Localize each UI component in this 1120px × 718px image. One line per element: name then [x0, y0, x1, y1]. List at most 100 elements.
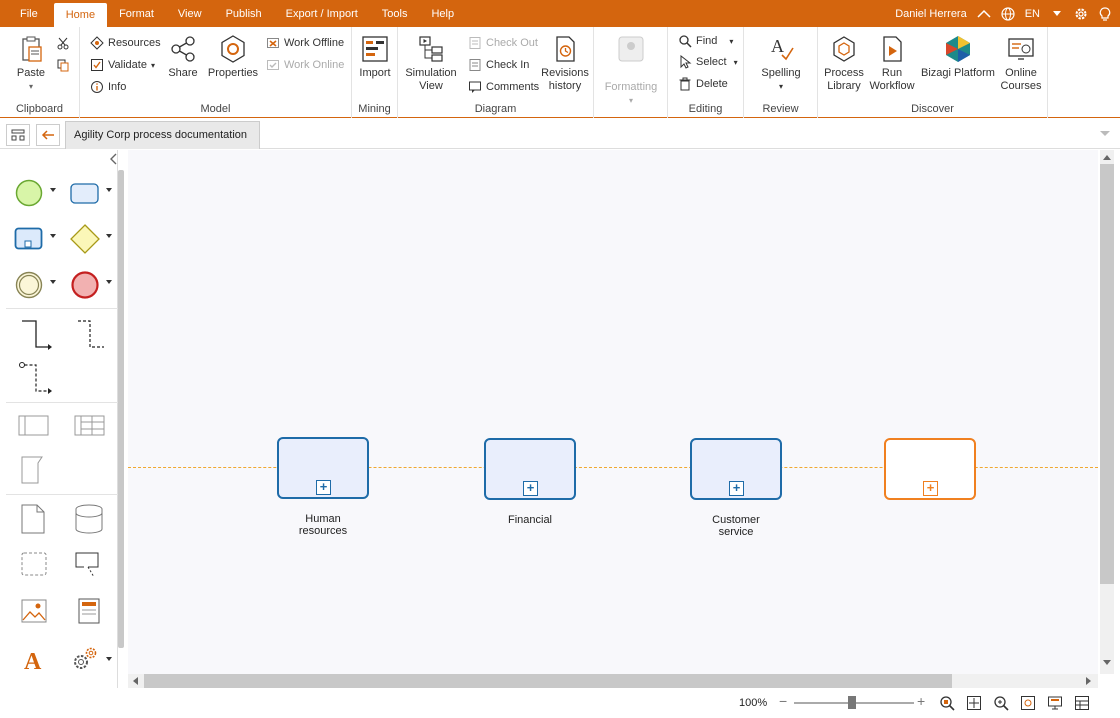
check-out-button[interactable]: Check Out: [468, 34, 538, 52]
cut-button[interactable]: [56, 34, 70, 52]
data-object-tool[interactable]: [20, 503, 46, 535]
annotation-tool[interactable]: [74, 551, 104, 579]
work-offline-button[interactable]: Work Offline: [266, 34, 344, 52]
resources-button[interactable]: Resources: [90, 34, 161, 52]
zoom-slider-thumb[interactable]: [848, 696, 856, 709]
subprocess-selected[interactable]: +: [884, 438, 976, 500]
run-workflow-button[interactable]: Run Workflow: [868, 34, 916, 93]
subprocess-financial[interactable]: +: [484, 438, 576, 500]
paste-button[interactable]: Paste ▾: [10, 34, 52, 93]
bizagi-platform-button[interactable]: Bizagi Platform: [920, 34, 996, 80]
header-tool[interactable]: [76, 597, 102, 625]
share-button[interactable]: Share: [166, 34, 200, 80]
menu-help[interactable]: Help: [419, 0, 466, 27]
start-event-dropdown[interactable]: [50, 188, 56, 192]
association-tool[interactable]: [74, 319, 106, 351]
palette-scrollbar[interactable]: [118, 170, 124, 648]
expand-subprocess-icon[interactable]: +: [316, 480, 331, 495]
image-tool[interactable]: [20, 597, 48, 625]
intermediate-event-dropdown[interactable]: [50, 280, 56, 284]
start-event-tool[interactable]: [14, 178, 44, 208]
vertical-scrollbar[interactable]: [1100, 150, 1114, 674]
end-event-tool[interactable]: [70, 270, 100, 300]
collapse-palette-button[interactable]: [109, 153, 119, 168]
globe-icon[interactable]: [1001, 6, 1015, 21]
tab-list-dropdown-icon[interactable]: [1100, 128, 1110, 140]
lightbulb-icon[interactable]: [1098, 6, 1112, 21]
lane-tool[interactable]: [74, 415, 106, 437]
fit-width-icon[interactable]: [1020, 695, 1036, 711]
zoom-fit-icon[interactable]: [939, 695, 955, 711]
menu-publish[interactable]: Publish: [214, 0, 274, 27]
sequence-flow-tool[interactable]: [18, 319, 52, 351]
gateway-tool[interactable]: [69, 223, 101, 255]
expand-subprocess-icon[interactable]: +: [729, 481, 744, 496]
expand-subprocess-icon[interactable]: +: [523, 481, 538, 496]
subprocess-dropdown[interactable]: [50, 234, 56, 238]
fit-page-icon[interactable]: [966, 695, 982, 711]
diagram-explorer-button[interactable]: [6, 124, 30, 146]
zoom-area-icon[interactable]: [993, 695, 1009, 711]
horizontal-scroll-thumb[interactable]: [144, 674, 952, 688]
data-store-tool[interactable]: [74, 503, 104, 535]
find-button[interactable]: Find ▾: [678, 32, 733, 50]
expand-subprocess-icon[interactable]: +: [923, 481, 938, 496]
chevron-down-icon[interactable]: [1050, 7, 1064, 21]
milestone-tool[interactable]: [20, 455, 46, 485]
overview-icon[interactable]: [1074, 695, 1090, 711]
vertical-scroll-thumb[interactable]: [1100, 164, 1114, 584]
simulation-view-button[interactable]: Simulation View: [402, 34, 460, 93]
menu-view[interactable]: View: [166, 0, 214, 27]
properties-button[interactable]: Properties: [206, 34, 260, 80]
select-button[interactable]: Select ▾: [678, 53, 738, 71]
diagram-canvas[interactable]: + Human resources + Financial + Customer s…: [128, 150, 1098, 674]
delete-button[interactable]: Delete: [678, 75, 728, 93]
task-tool[interactable]: [70, 183, 100, 205]
scroll-up-icon[interactable]: [1103, 154, 1111, 160]
end-event-dropdown[interactable]: [106, 280, 112, 284]
text-tool[interactable]: A: [20, 647, 46, 673]
intermediate-event-tool[interactable]: [14, 270, 44, 300]
subprocess-tool[interactable]: [14, 227, 44, 251]
settings-tool-dropdown[interactable]: [106, 657, 112, 661]
work-online-button[interactable]: Work Online: [266, 56, 344, 74]
subprocess-human-resources[interactable]: +: [277, 437, 369, 499]
online-courses-button[interactable]: Online Courses: [998, 34, 1044, 93]
formatting-button[interactable]: Formatting ▾: [604, 34, 658, 107]
zoom-in-button[interactable]: +: [917, 693, 925, 709]
comments-button[interactable]: Comments: [468, 78, 539, 96]
group-tool[interactable]: [20, 551, 48, 577]
spelling-button[interactable]: A Spelling ▾: [756, 34, 806, 93]
task-dropdown[interactable]: [106, 188, 112, 192]
horizontal-scrollbar[interactable]: [128, 674, 1098, 688]
check-in-button[interactable]: Check In: [468, 56, 529, 74]
chevron-up-icon[interactable]: [977, 7, 991, 21]
scroll-left-icon[interactable]: [132, 677, 138, 685]
menu-format[interactable]: Format: [107, 0, 166, 27]
process-library-button[interactable]: Process Library: [822, 34, 866, 93]
subprocess-customer-service[interactable]: +: [690, 438, 782, 500]
scroll-down-icon[interactable]: [1103, 660, 1111, 666]
menu-tools[interactable]: Tools: [370, 0, 420, 27]
copy-button[interactable]: [56, 56, 70, 74]
info-button[interactable]: Info: [90, 78, 126, 96]
validate-button[interactable]: Validate ▾: [90, 56, 155, 74]
menu-export-import[interactable]: Export / Import: [274, 0, 370, 27]
gateway-dropdown[interactable]: [106, 234, 112, 238]
document-tab[interactable]: Agility Corp process documentation: [65, 121, 261, 149]
import-button[interactable]: Import: [357, 34, 393, 80]
pool-tool[interactable]: [18, 415, 50, 437]
revisions-history-button[interactable]: Revisions history: [540, 34, 590, 93]
back-button[interactable]: [36, 124, 60, 146]
user-name[interactable]: Daniel Herrera: [895, 8, 967, 20]
settings-tool[interactable]: [70, 645, 100, 673]
message-flow-tool[interactable]: [18, 361, 52, 395]
language-selector[interactable]: EN: [1025, 8, 1040, 20]
zoom-out-button[interactable]: −: [779, 693, 787, 709]
paste-dropdown-icon[interactable]: ▾: [10, 80, 52, 93]
gear-icon[interactable]: [1074, 7, 1088, 21]
presentation-icon[interactable]: [1047, 695, 1063, 711]
scroll-right-icon[interactable]: [1086, 677, 1092, 685]
menu-home[interactable]: Home: [53, 3, 108, 27]
menu-file[interactable]: File: [0, 0, 54, 27]
